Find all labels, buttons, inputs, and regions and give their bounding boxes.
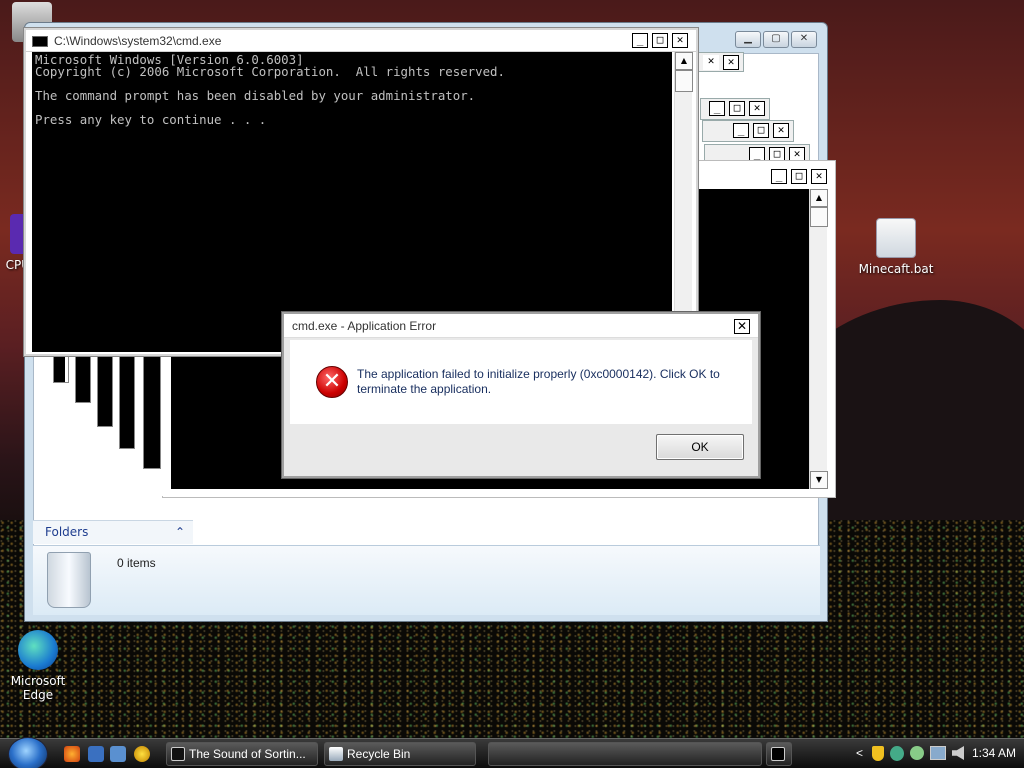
console-line: Press any key to continue . . . — [35, 112, 267, 127]
application-error-dialog[interactable]: cmd.exe - Application Error ✕ ✕ The appl… — [281, 311, 761, 479]
close-button[interactable]: ✕ — [723, 55, 739, 70]
cmd-window[interactable]: C:\Windows\system32\cmd.exe _ □ ✕ Micros… — [23, 27, 699, 357]
desktop-icon-minecraft-bat[interactable]: Minecaft.bat — [856, 218, 936, 276]
switch-windows-icon[interactable] — [110, 746, 126, 762]
network-icon[interactable] — [930, 746, 946, 760]
scroll-thumb[interactable] — [675, 70, 693, 92]
stacked-window-2[interactable]: ✕ □ _ — [700, 98, 770, 120]
taskbar-button-recycle-bin[interactable]: Recycle Bin — [324, 742, 476, 766]
minimize-button[interactable]: ▁ — [735, 31, 761, 48]
cascade-strips — [46, 355, 170, 496]
console-line: Copyright (c) 2006 Microsoft Corporation… — [35, 64, 505, 79]
close-button[interactable]: ✕ — [791, 31, 817, 48]
firefox-icon[interactable] — [64, 746, 80, 762]
edge-icon — [18, 630, 58, 670]
messenger-icon[interactable] — [134, 746, 150, 762]
messenger-status-icon[interactable] — [910, 746, 924, 760]
maximize-button[interactable]: ▢ — [763, 31, 789, 48]
start-button[interactable] — [8, 737, 48, 768]
close-button[interactable]: ✕ — [672, 33, 688, 48]
recycle-bin-icon — [329, 747, 343, 761]
window-title: C:\Windows\system32\cmd.exe — [54, 34, 222, 48]
clock[interactable]: 1:34 AM — [972, 746, 1016, 760]
close-button[interactable]: ✕ — [734, 319, 750, 334]
stacked-window-1[interactable]: ✕ ✕ — [698, 52, 744, 72]
maximize-button[interactable]: □ — [753, 123, 769, 138]
close-button[interactable]: ✕ — [773, 123, 789, 138]
minimize-button[interactable]: _ — [771, 169, 787, 184]
desktop-icon-label: Minecaft.bat — [858, 262, 934, 276]
folders-toggle[interactable]: Folders ⌃ — [33, 520, 193, 544]
security-shield-icon[interactable] — [872, 746, 884, 761]
scroll-up-button[interactable]: ▲ — [675, 52, 693, 70]
scroll-down-button[interactable]: ▼ — [810, 471, 828, 489]
maximize-button[interactable]: □ — [652, 33, 668, 48]
batch-file-gear-icon — [876, 218, 916, 258]
scrollbar[interactable]: ▲ — [674, 52, 693, 352]
maximize-button[interactable]: □ — [729, 101, 745, 116]
taskbar-button-sorting[interactable]: The Sound of Sortin... — [166, 742, 318, 766]
system-tray: < 1:34 AM — [854, 739, 1024, 768]
minimize-button[interactable]: _ — [733, 123, 749, 138]
taskbar-button-label: The Sound of Sortin... — [189, 747, 306, 761]
console-line: The command prompt has been disabled by … — [35, 88, 476, 103]
close-button-partial: ✕ — [703, 55, 719, 70]
taskbar-button-cmd[interactable] — [766, 742, 792, 766]
desktop-icon-edge[interactable]: Microsoft Edge — [0, 630, 106, 702]
stacked-window-3[interactable]: ✕ □ _ — [702, 120, 794, 142]
taskbar-button-label: Recycle Bin — [347, 747, 411, 761]
dialog-title-bar[interactable]: cmd.exe - Application Error ✕ — [284, 314, 758, 338]
cmd-icon — [771, 747, 785, 761]
dialog-title: cmd.exe - Application Error — [292, 319, 437, 333]
console-output[interactable]: Microsoft Windows [Version 6.0.6003] Copy… — [32, 52, 672, 352]
maximize-button[interactable]: □ — [791, 169, 807, 184]
scrollbar[interactable]: ▲ ▼ — [809, 189, 828, 489]
error-message: The application failed to initialize pro… — [357, 367, 720, 396]
close-button[interactable]: ✕ — [749, 101, 765, 116]
error-icon: ✕ — [316, 366, 348, 398]
details-pane: 0 items — [33, 545, 820, 615]
dialog-body: ✕ The application failed to initialize p… — [290, 340, 752, 424]
show-desktop-icon[interactable] — [88, 746, 104, 762]
desktop-icon-label: Microsoft Edge — [10, 674, 66, 702]
cmd-title-bar[interactable]: C:\Windows\system32\cmd.exe _ □ ✕ — [26, 30, 696, 52]
recycle-bin-large-icon — [47, 552, 91, 608]
show-hidden-icons-arrow[interactable]: < — [856, 746, 863, 760]
taskbar: The Sound of Sortin... Recycle Bin < 1:3… — [0, 737, 1024, 768]
user-icon[interactable] — [890, 746, 904, 761]
scroll-thumb[interactable] — [810, 207, 828, 227]
minimize-button[interactable]: _ — [632, 33, 648, 48]
chevron-up-icon: ⌃ — [174, 525, 185, 539]
volume-icon[interactable] — [952, 746, 964, 760]
cmd-icon — [32, 36, 48, 47]
app-icon — [171, 747, 185, 761]
taskbar-button-blank[interactable] — [488, 742, 762, 766]
close-button[interactable]: ✕ — [811, 169, 827, 184]
window-controls: ▁ ▢ ✕ — [735, 31, 817, 48]
items-count: 0 items — [117, 556, 156, 570]
ok-button[interactable]: OK — [656, 434, 744, 460]
minimize-button[interactable]: _ — [709, 101, 725, 116]
scroll-up-button[interactable]: ▲ — [810, 189, 828, 207]
folders-label: Folders — [45, 525, 89, 539]
